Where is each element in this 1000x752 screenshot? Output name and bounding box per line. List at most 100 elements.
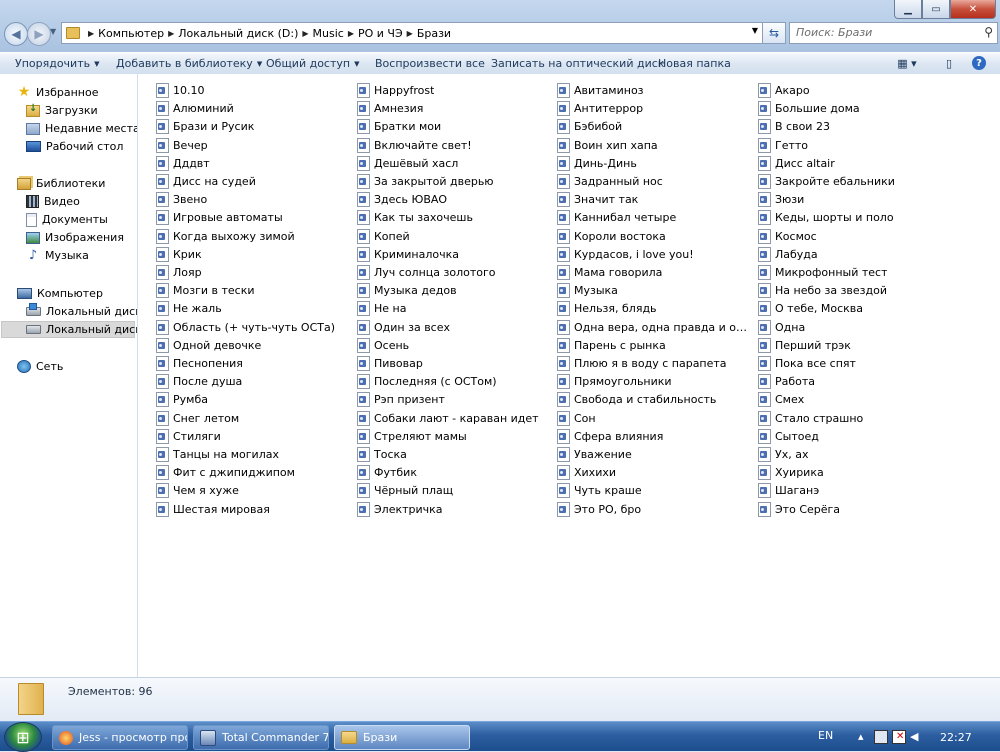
tray-arrow-icon[interactable]: ▴ [858,730,870,743]
file-item[interactable]: Хуирика [758,464,824,480]
file-item[interactable]: Когда выхожу зимой [156,228,295,244]
file-item[interactable]: Фит с джипиджипом [156,464,295,480]
file-item[interactable]: Антитеррор [557,100,643,116]
preview-pane-button[interactable]: ▯ [940,54,958,72]
help-button[interactable]: ? [970,54,988,72]
add-to-library-menu[interactable]: Добавить в библиотеку ▼ [116,57,262,70]
file-item[interactable]: Вечер [156,137,208,153]
file-item[interactable]: Крик [156,246,202,262]
breadcrumb-ro-che[interactable]: РО и ЧЭ [358,27,403,40]
file-item[interactable]: О тебе, Москва [758,300,863,316]
sidebar-item-pictures[interactable]: Изображения [26,229,124,246]
forward-button[interactable]: ▶ [27,22,51,46]
file-item[interactable]: Курдасов, i love you! [557,246,694,262]
chevron-right-icon[interactable]: ▶ [302,29,308,38]
file-item[interactable]: Музыка [557,282,618,298]
address-bar[interactable]: ▶ Компьютер ▶ Локальный диск (D:) ▶ Musi… [61,22,763,44]
file-item[interactable]: Сытоед [758,428,819,444]
file-item[interactable]: Это Серёга [758,501,840,517]
file-item[interactable]: Шаганэ [758,482,819,498]
file-item[interactable]: Авитаминоз [557,82,644,98]
file-item[interactable]: Снег летом [156,410,239,426]
file-item[interactable]: Кеды, шорты и поло [758,209,894,225]
breadcrumb-music[interactable]: Music [313,27,344,40]
file-item[interactable]: Танцы на могилах [156,446,279,462]
file-item[interactable]: Последняя (с ОСТом) [357,373,497,389]
file-item[interactable]: Игровые автоматы [156,209,283,225]
file-item[interactable]: Одной девочке [156,337,261,353]
file-item[interactable]: Хихихи [557,464,616,480]
chevron-right-icon[interactable]: ▶ [88,29,94,38]
file-item[interactable]: Дешёвый хасл [357,155,458,171]
sidebar-item-drive-d[interactable]: Локальный диск (D [1,321,137,338]
breadcrumb-drive-d[interactable]: Локальный диск (D:) [178,27,298,40]
file-item[interactable]: Одна [758,319,805,335]
file-item[interactable]: Музыка дедов [357,282,457,298]
file-item[interactable]: Дисс altair [758,155,835,171]
refresh-button[interactable]: ⇆ [762,22,786,44]
file-item[interactable]: Чёрный плащ [357,482,453,498]
file-item[interactable]: Ух, ах [758,446,808,462]
file-item[interactable]: Короли востока [557,228,666,244]
file-item[interactable]: Сон [557,410,596,426]
network-disconnected-icon[interactable]: ✕ [892,730,906,744]
file-item[interactable]: Плюю я в воду с парапета [557,355,727,371]
file-item[interactable]: Брази и Русик [156,118,254,134]
file-item[interactable]: Тоска [357,446,407,462]
file-item[interactable]: Не жаль [156,300,222,316]
search-icon[interactable]: ⚲ [984,25,993,39]
close-button[interactable]: ✕ [950,0,996,19]
sidebar-item-documents[interactable]: Документы [26,211,108,228]
file-item[interactable]: Happyfrost [357,82,434,98]
file-item[interactable]: Стиляги [156,428,221,444]
taskbar-item-firefox[interactable]: Jess - просмотр про... [52,725,188,750]
file-item[interactable]: Акаро [758,82,810,98]
monitor-icon[interactable] [874,730,888,744]
chevron-right-icon[interactable]: ▶ [348,29,354,38]
file-item[interactable]: Уважение [557,446,632,462]
file-item[interactable]: Гетто [758,137,808,153]
file-item[interactable]: Луч солнца золотого [357,264,496,280]
file-item[interactable]: Шестая мировая [156,501,270,517]
file-item[interactable]: Перший трэк [758,337,851,353]
address-dropdown-icon[interactable]: ▼ [752,26,758,35]
file-item[interactable]: Сфера влияния [557,428,663,444]
file-item[interactable]: Стало страшно [758,410,863,426]
sidebar-item-downloads[interactable]: Загрузки [26,102,98,119]
burn-button[interactable]: Записать на оптический диск [491,57,664,70]
file-item[interactable]: В свои 23 [758,118,830,134]
file-item[interactable]: Рэп призент [357,391,445,407]
file-item[interactable]: Мама говорила [557,264,662,280]
file-item[interactable]: Копей [357,228,410,244]
file-item[interactable]: Дддвт [156,155,210,171]
sidebar-item-computer[interactable]: Компьютер [17,285,103,302]
search-input[interactable] [790,23,971,41]
file-item[interactable]: Космос [758,228,817,244]
share-menu[interactable]: Общий доступ ▼ [266,57,359,70]
search-box[interactable]: ⚲ [789,22,998,44]
file-item[interactable]: Область (+ чуть-чуть ОСТа) [156,319,335,335]
change-view-button[interactable]: ▦ ▾ [892,54,922,72]
file-item[interactable]: Каннибал четыре [557,209,676,225]
file-item[interactable]: Одна вера, одна правда и одна лю... [557,319,751,335]
file-item[interactable]: За закрытой дверью [357,173,494,189]
file-item[interactable]: Пока все спят [758,355,856,371]
breadcrumb-brazi[interactable]: Брази [417,27,451,40]
file-item[interactable]: Не на [357,300,406,316]
file-item[interactable]: Лабуда [758,246,818,262]
sidebar-item-favorites[interactable]: ★ Избранное [17,84,99,101]
file-item[interactable]: Стреляют мамы [357,428,467,444]
file-item[interactable]: Задранный нос [557,173,663,189]
chevron-right-icon[interactable]: ▶ [168,29,174,38]
file-item[interactable]: Собаки лают - караван идет [357,410,539,426]
organize-menu[interactable]: Упорядочить ▼ [15,57,100,70]
file-item[interactable]: Чуть краше [557,482,642,498]
file-item[interactable]: Дисс на судей [156,173,256,189]
file-item[interactable]: Один за всех [357,319,450,335]
file-item[interactable]: Песнопения [156,355,243,371]
taskbar-item-explorer[interactable]: Брази [334,725,470,750]
play-all-button[interactable]: Воспроизвести все [375,57,485,70]
sidebar-item-libraries[interactable]: Библиотеки [17,175,105,192]
file-item[interactable]: Электричка [357,501,443,517]
volume-icon[interactable]: ◀ [910,730,922,743]
